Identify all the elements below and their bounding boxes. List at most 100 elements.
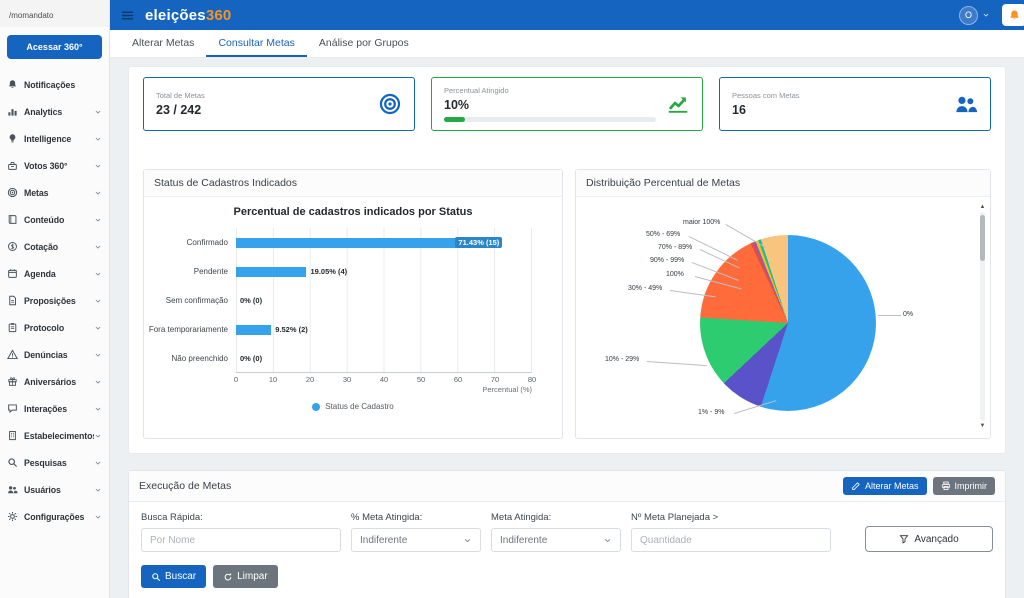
pie-label-line: [726, 224, 766, 248]
tab-analise-por-grupos[interactable]: Análise por Grupos: [307, 30, 421, 57]
menu-icon[interactable]: [120, 8, 135, 23]
alterar-metas-button[interactable]: Alterar Metas: [843, 477, 927, 495]
chevron-down-icon: [94, 351, 102, 359]
x-axis-tick: 10: [269, 375, 277, 384]
sidebar-item-label: Intelligence: [24, 134, 94, 144]
panel-title: Status de Cadastros Indicados: [144, 170, 562, 197]
sidebar-item-label: Estabelecimentos: [24, 431, 94, 441]
limpar-button[interactable]: Limpar: [213, 565, 278, 588]
sidebar-item-analytics[interactable]: Analytics: [0, 98, 109, 125]
bar[interactable]: 71.43% (15): [236, 238, 500, 248]
quick-search-label: Busca Rápida:: [141, 512, 341, 523]
pie-slice-label: 100%: [666, 271, 684, 278]
chevron-down-icon: [94, 216, 102, 224]
sidebar-item-notificacoes[interactable]: Notificações: [0, 71, 109, 98]
target-icon: [7, 187, 18, 198]
pie-slice-label: 70% - 89%: [658, 244, 692, 251]
sidebar-item-intelligence[interactable]: Intelligence: [0, 125, 109, 152]
scroll-up-arrow[interactable]: ▲: [978, 203, 987, 211]
document-icon: [7, 295, 18, 306]
brand: /momandato: [0, 0, 109, 27]
buscar-label: Buscar: [165, 571, 196, 582]
chevron-down-icon: [94, 162, 102, 170]
sidebar-item-interacoes[interactable]: Interações: [0, 395, 109, 422]
user-menu[interactable]: O: [959, 6, 990, 25]
meta-planejada-input[interactable]: [631, 528, 831, 552]
sidebar-item-label: Votos 360°: [24, 161, 94, 171]
tab-alterar-metas[interactable]: Alterar Metas: [120, 30, 206, 57]
chevron-down-icon: [94, 378, 102, 386]
sidebar-item-label: Protocolo: [24, 323, 94, 333]
bar-value-label: 9.52% (2): [275, 325, 308, 334]
notifications-button[interactable]: [1002, 4, 1024, 26]
sidebar-item-conteudo[interactable]: Conteúdo: [0, 206, 109, 233]
buscar-button[interactable]: Buscar: [141, 565, 206, 588]
meta-atingida-select[interactable]: Indiferente: [491, 528, 621, 552]
gear-icon: [7, 511, 18, 522]
sidebar-item-label: Proposições: [24, 296, 94, 306]
chevron-down-icon: [94, 432, 102, 440]
app-root: /momandato Acessar 360° NotificaçõesAnal…: [0, 0, 1024, 598]
pct-meta-select[interactable]: Indiferente: [351, 528, 481, 552]
pie-label-line: [689, 236, 738, 261]
bar-row: Não preenchido0% (0): [144, 344, 562, 373]
sidebar-item-label: Pesquisas: [24, 458, 94, 468]
avancado-label: Avançado: [914, 534, 958, 545]
sidebar-item-label: Usuários: [24, 485, 94, 495]
users-icon: [7, 484, 18, 495]
stat-card-pessoas-com-metas: Pessoas com Metas16: [719, 77, 991, 131]
sidebar: /momandato Acessar 360° NotificaçõesAnal…: [0, 0, 110, 598]
chevron-down-icon: [94, 297, 102, 305]
access-360-button[interactable]: Acessar 360°: [7, 35, 102, 59]
pie-slice-label: 50% - 69%: [646, 231, 680, 238]
bar-chart-legend[interactable]: Status de Cadastro: [144, 402, 562, 411]
bar-category-label: Sem confirmação: [144, 296, 236, 305]
sidebar-item-metas[interactable]: Metas: [0, 179, 109, 206]
bell-icon: [7, 79, 18, 90]
sidebar-item-configuracoes[interactable]: Configurações: [0, 503, 109, 530]
avatar[interactable]: O: [959, 6, 978, 25]
panel-scrollbar[interactable]: ▲ ▼: [978, 203, 987, 430]
dashboard-sheet: Total de Metas23 / 242Percentual Atingid…: [128, 66, 1006, 454]
sidebar-item-pesquisas[interactable]: Pesquisas: [0, 449, 109, 476]
limpar-label: Limpar: [237, 571, 268, 582]
sidebar-item-label: Denúncias: [24, 350, 94, 360]
sidebar-item-usuarios[interactable]: Usuários: [0, 476, 109, 503]
filters-row: Busca Rápida: % Meta Atingida: Indiferen…: [141, 512, 993, 552]
sidebar-item-aniversarios[interactable]: Aniversários: [0, 368, 109, 395]
bar[interactable]: [236, 325, 271, 335]
charts-row: Status de Cadastros Indicados Percentual…: [143, 169, 991, 439]
header-right: O: [959, 4, 1014, 26]
chevron-down-icon: [94, 189, 102, 197]
bar-category-label: Fora temporariamente: [144, 325, 236, 334]
execucao-header: Execução de Metas Alterar Metas Imprimir: [129, 471, 1005, 502]
panel-title: Distribuição Percentual de Metas: [576, 170, 990, 197]
tab-consultar-metas[interactable]: Consultar Metas: [206, 30, 306, 57]
scrollbar-thumb[interactable]: [980, 215, 985, 261]
pie-label-line: [878, 315, 901, 316]
bar-chart-rows: Confirmado71.43% (15)Pendente19.05% (4)S…: [144, 228, 562, 373]
sidebar-item-proposicoes[interactable]: Proposições: [0, 287, 109, 314]
bar-row: Pendente19.05% (4): [144, 257, 562, 286]
x-axis-tick: 70: [491, 375, 499, 384]
sidebar-item-cotacao[interactable]: Cotação: [0, 233, 109, 260]
imprimir-button[interactable]: Imprimir: [933, 477, 996, 495]
book-icon: [7, 214, 18, 225]
avancado-button[interactable]: Avançado: [865, 526, 993, 552]
scrollbar-track[interactable]: [980, 212, 985, 421]
stat-card-total-de-metas: Total de Metas23 / 242: [143, 77, 415, 131]
sidebar-item-protocolo[interactable]: Protocolo: [0, 314, 109, 341]
sidebar-item-denuncias[interactable]: Denúncias: [0, 341, 109, 368]
x-axis: 01020304050607080: [236, 373, 532, 384]
stat-card-value: 10%: [444, 98, 656, 112]
sidebar-item-estabelecimentos[interactable]: Estabelecimentos: [0, 422, 109, 449]
sidebar-item-votos-360[interactable]: Votos 360°: [0, 152, 109, 179]
calendar-icon: [7, 268, 18, 279]
bar[interactable]: [236, 267, 306, 277]
pie-slice-label: 30% - 49%: [628, 285, 662, 292]
quick-search-input[interactable]: [141, 528, 341, 552]
execucao-title: Execução de Metas: [139, 480, 231, 492]
sidebar-item-agenda[interactable]: Agenda: [0, 260, 109, 287]
x-axis-tick: 0: [234, 375, 238, 384]
scroll-down-arrow[interactable]: ▼: [978, 422, 987, 430]
